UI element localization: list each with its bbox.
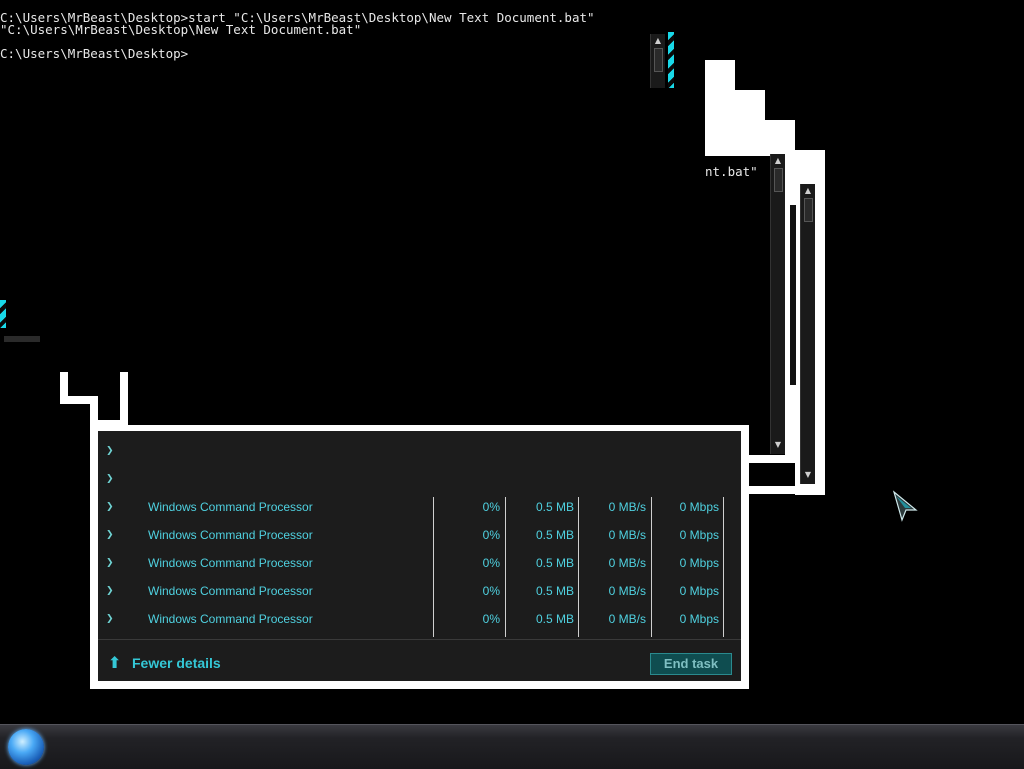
console-prompt: C:\Users\MrBeast\Desktop> <box>0 46 189 61</box>
disk-value: 0 MB/s <box>608 612 646 626</box>
column-divider <box>723 497 724 637</box>
arrow-up-icon: ⬆ <box>108 653 122 672</box>
memory-value: 0.5 MB <box>535 528 574 542</box>
scrollbar[interactable]: ▲ <box>650 34 665 88</box>
process-name: Windows Command Processor <box>148 584 313 598</box>
column-divider <box>433 497 434 637</box>
disk-value: 0 MB/s <box>608 556 646 570</box>
process-row[interactable]: ❯ Windows Command Processor 0% 0.5 MB 0 … <box>98 577 741 605</box>
process-row[interactable]: ❯ Windows Command Processor 0% 0.5 MB 0 … <box>98 549 741 577</box>
chevron-right-icon[interactable]: ❯ <box>106 473 118 485</box>
column-divider <box>651 497 652 637</box>
list-item[interactable]: ❯ <box>98 437 741 465</box>
decor-stripe <box>668 32 674 88</box>
process-name: Windows Command Processor <box>148 500 313 514</box>
scroll-down-icon[interactable]: ▼ <box>803 470 813 480</box>
fewer-details-button[interactable]: ⬆ Fewer details <box>108 651 221 675</box>
window-border-fragment <box>705 102 765 120</box>
scroll-up-icon[interactable]: ▲ <box>653 36 663 46</box>
process-name: Windows Command Processor <box>148 528 313 542</box>
decor-bar <box>4 336 40 342</box>
disk-value: 0 MB/s <box>608 500 646 514</box>
network-value: 0 Mbps <box>679 500 719 514</box>
task-manager-panel: ❯ ❯ ❯ Windows Command Processor 0% 0.5 M… <box>98 431 741 681</box>
chevron-right-icon[interactable]: ❯ <box>106 529 118 541</box>
console-fragment-text: nt.bat" <box>705 164 758 179</box>
end-task-button[interactable]: End task <box>650 653 732 675</box>
cpu-value: 0% <box>482 612 500 626</box>
cpu-value: 0% <box>482 528 500 542</box>
process-name: Windows Command Processor <box>148 612 313 626</box>
disk-value: 0 MB/s <box>608 528 646 542</box>
chevron-right-icon[interactable]: ❯ <box>106 445 118 457</box>
scroll-up-icon[interactable]: ▲ <box>773 156 783 166</box>
chevron-right-icon[interactable]: ❯ <box>106 557 118 569</box>
task-manager-window: ❯ ❯ ❯ Windows Command Processor 0% 0.5 M… <box>90 425 749 689</box>
mouse-pointer-icon <box>892 490 918 522</box>
footer-divider <box>98 639 741 640</box>
chevron-right-icon[interactable]: ❯ <box>106 585 118 597</box>
column-divider <box>578 497 579 637</box>
window-border-fragment <box>705 60 735 90</box>
memory-value: 0.5 MB <box>535 500 574 514</box>
process-row[interactable]: ❯ Windows Command Processor 0% 0.5 MB 0 … <box>98 521 741 549</box>
console-line-2: "C:\Users\MrBeast\Desktop\New Text Docum… <box>0 22 362 37</box>
network-value: 0 Mbps <box>679 556 719 570</box>
fewer-details-label: Fewer details <box>132 655 221 671</box>
window-border-fragment <box>705 120 795 150</box>
network-value: 0 Mbps <box>679 584 719 598</box>
chevron-right-icon[interactable]: ❯ <box>106 501 118 513</box>
scrollbar[interactable]: ▲ ▼ <box>770 154 785 454</box>
scroll-up-icon[interactable]: ▲ <box>803 186 813 196</box>
start-orb-icon[interactable] <box>8 729 44 765</box>
decor-stripe <box>0 300 6 328</box>
process-row[interactable]: ❯ Windows Command Processor 0% 0.5 MB 0 … <box>98 605 741 633</box>
memory-value: 0.5 MB <box>535 584 574 598</box>
list-item[interactable]: ❯ <box>98 465 741 493</box>
scroll-track <box>790 205 796 385</box>
scroll-down-icon[interactable]: ▼ <box>773 440 783 450</box>
disk-value: 0 MB/s <box>608 584 646 598</box>
cpu-value: 0% <box>482 556 500 570</box>
network-value: 0 Mbps <box>679 528 719 542</box>
memory-value: 0.5 MB <box>535 612 574 626</box>
console-window <box>128 156 785 455</box>
scrollbar[interactable]: ▲ ▼ <box>800 184 815 484</box>
cpu-value: 0% <box>482 500 500 514</box>
process-row[interactable]: ❯ Windows Command Processor 0% 0.5 MB 0 … <box>98 493 741 521</box>
network-value: 0 Mbps <box>679 612 719 626</box>
column-divider <box>505 497 506 637</box>
chevron-right-icon[interactable]: ❯ <box>106 613 118 625</box>
cpu-value: 0% <box>482 584 500 598</box>
scroll-thumb[interactable] <box>804 198 813 222</box>
scroll-thumb[interactable] <box>654 48 663 72</box>
process-name: Windows Command Processor <box>148 556 313 570</box>
taskbar <box>0 724 1024 769</box>
scroll-thumb[interactable] <box>774 168 783 192</box>
memory-value: 0.5 MB <box>535 556 574 570</box>
